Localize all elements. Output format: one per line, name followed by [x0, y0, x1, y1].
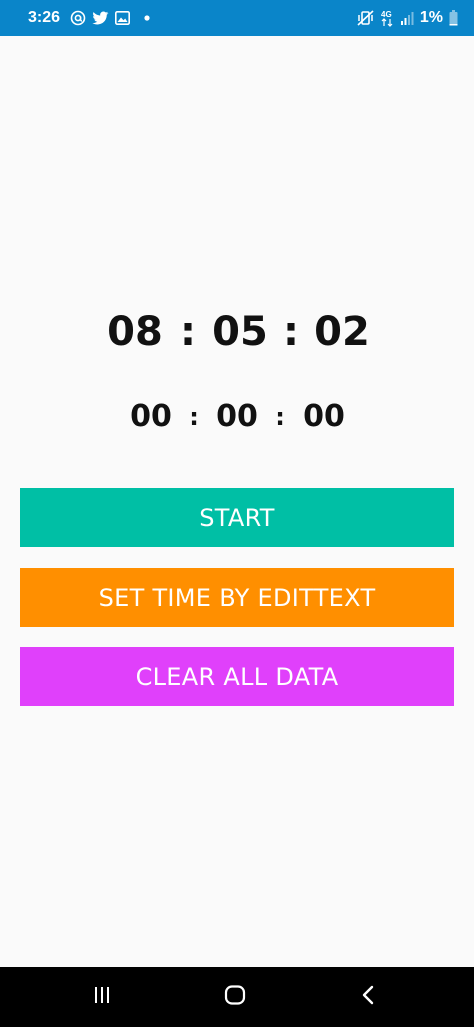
set-time-button[interactable]: SET TIME BY EDITTEXT: [20, 568, 454, 627]
status-time: 3:26: [28, 9, 61, 26]
back-button[interactable]: [346, 979, 390, 1015]
home-button[interactable]: [213, 979, 257, 1015]
back-icon: [361, 985, 375, 1009]
battery-percentage: 1%: [419, 9, 443, 26]
timer-display: 08 : 05 : 02: [0, 305, 474, 359]
elapsed-separator: :: [189, 403, 199, 431]
mute-vibrate-icon: [357, 10, 374, 26]
timer-hours: 08: [107, 309, 163, 355]
status-left: 3:26: [28, 9, 150, 27]
clear-data-button[interactable]: CLEAR ALL DATA: [20, 647, 454, 706]
timer-separator: :: [180, 309, 196, 355]
status-bar: 3:26 4G 1%: [0, 0, 474, 36]
status-right: 4G 1%: [357, 9, 458, 27]
notification-dot-icon: [144, 15, 150, 21]
timer-minutes: 05: [212, 309, 268, 355]
elapsed-seconds: 00: [303, 399, 345, 434]
elapsed-separator: :: [275, 403, 285, 431]
signal-icon: [400, 11, 414, 25]
elapsed-hours: 00: [130, 399, 172, 434]
timer-seconds: 02: [314, 309, 370, 355]
twitter-icon: [92, 10, 109, 26]
start-button[interactable]: START: [20, 488, 454, 547]
recent-apps-button[interactable]: [80, 979, 124, 1015]
timer-separator: :: [283, 309, 299, 355]
elapsed-minutes: 00: [216, 399, 258, 434]
svg-text:4G: 4G: [381, 10, 392, 19]
elapsed-display: 00 : 00 : 00: [0, 396, 474, 438]
at-sign-icon: [70, 10, 86, 26]
gallery-icon: [115, 11, 131, 25]
battery-icon: [449, 10, 458, 26]
recent-apps-icon: [92, 986, 112, 1008]
mobile-data-icon: 4G: [380, 9, 394, 27]
navigation-bar: [0, 967, 474, 1027]
home-icon: [224, 985, 246, 1009]
